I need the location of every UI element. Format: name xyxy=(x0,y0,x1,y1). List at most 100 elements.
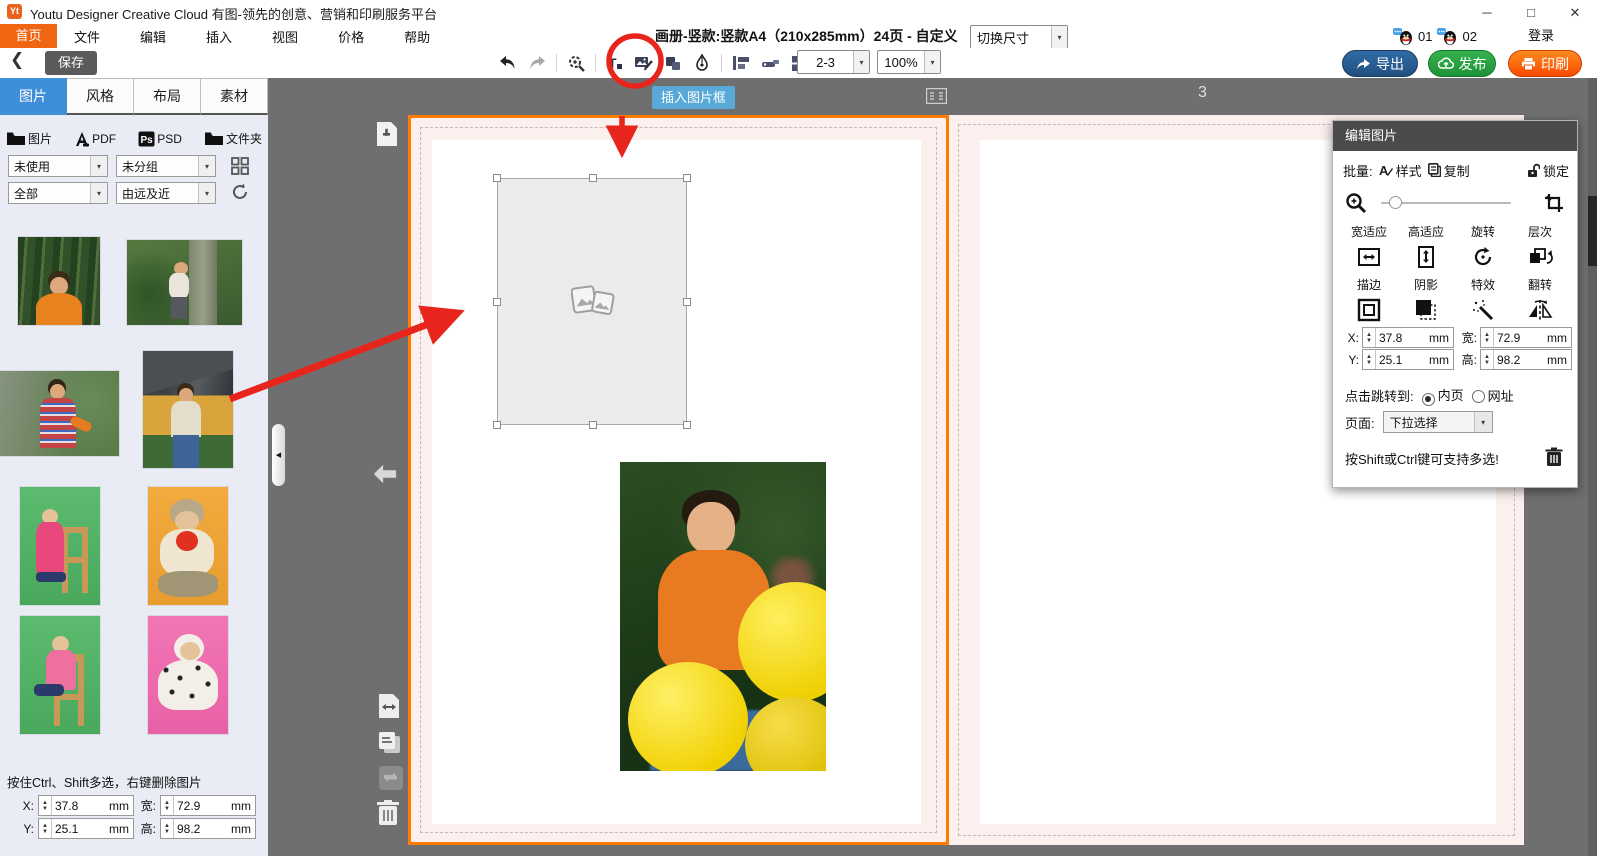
panel-title[interactable]: 编辑图片 xyxy=(1333,121,1577,151)
x-input[interactable] xyxy=(52,799,96,813)
spinner-arrows-icon[interactable]: ▲▼ xyxy=(161,819,174,838)
qq-penguin-icon[interactable] xyxy=(1437,28,1457,45)
publish-button[interactable]: 发布 xyxy=(1428,50,1496,77)
export-button[interactable]: 导出 xyxy=(1342,50,1418,77)
zoom-select[interactable]: 100% ▾ xyxy=(877,50,941,74)
resize-handle-s[interactable] xyxy=(589,421,597,429)
prev-page-icon[interactable] xyxy=(372,460,398,488)
menu-view[interactable]: 视图 xyxy=(266,27,304,46)
magnify-icon[interactable] xyxy=(1345,192,1367,214)
width-stepper[interactable]: ▲▼ mm xyxy=(160,795,256,816)
spinner-arrows-icon[interactable]: ▲▼ xyxy=(1363,350,1376,369)
insert-shape-icon[interactable] xyxy=(663,53,683,73)
grid-layout-icon[interactable] xyxy=(230,156,250,181)
y-stepper[interactable]: ▲▼ mm xyxy=(38,818,134,839)
thumbnail-baby-leopard[interactable] xyxy=(148,616,228,734)
import-folder-button[interactable]: 文件夹 xyxy=(204,130,262,147)
thumbnail-baby-ball[interactable] xyxy=(148,487,228,605)
height-stepper[interactable]: ▲▼ mm xyxy=(160,818,256,839)
thumbnail-boy-tree[interactable] xyxy=(127,240,242,325)
minimize-button[interactable]: ─ xyxy=(1465,0,1509,26)
thumbnail-boy-plaid[interactable] xyxy=(0,371,119,456)
spinner-arrows-icon[interactable]: ▲▼ xyxy=(1481,328,1494,347)
resize-handle-nw[interactable] xyxy=(493,174,501,182)
tool-stroke[interactable]: 描边 xyxy=(1341,276,1397,323)
refresh-icon[interactable] xyxy=(230,182,250,207)
panel-height-stepper[interactable]: ▲▼ mm xyxy=(1480,349,1572,370)
sidebar-collapse-handle[interactable]: ◀ xyxy=(272,424,285,486)
print-button[interactable]: 印刷 xyxy=(1508,50,1582,77)
panel-width-stepper[interactable]: ▲▼ mm xyxy=(1480,327,1572,348)
tool-effects[interactable]: 特效 xyxy=(1455,276,1511,323)
filter-usage-select[interactable]: 未使用 ▾ xyxy=(8,155,108,177)
resize-page-icon[interactable] xyxy=(376,692,402,720)
scale-slider-thumb[interactable] xyxy=(1389,196,1402,209)
clone-stamp-icon[interactable] xyxy=(760,53,780,73)
tab-styles[interactable]: 风格 xyxy=(67,78,134,115)
save-button[interactable]: 保存 xyxy=(45,51,97,75)
crop-icon[interactable] xyxy=(1545,194,1563,212)
height-input[interactable] xyxy=(174,822,218,836)
canvas-scrollbar[interactable] xyxy=(1588,78,1597,856)
lock-button[interactable]: 锁定 xyxy=(1527,161,1569,180)
spinner-arrows-icon[interactable]: ▲▼ xyxy=(39,796,52,815)
spinner-arrows-icon[interactable]: ▲▼ xyxy=(161,796,174,815)
thumbnail-boy-house[interactable] xyxy=(143,351,233,468)
tool-shadow[interactable]: 阴影 xyxy=(1398,276,1454,323)
back-button[interactable]: ❮ xyxy=(10,50,24,70)
panel-y-stepper[interactable]: ▲▼ mm xyxy=(1362,349,1454,370)
spread-view-icon[interactable] xyxy=(926,88,947,109)
placed-photo-boy-balloons[interactable] xyxy=(620,462,826,771)
menu-home[interactable]: 首页 xyxy=(0,24,57,48)
thumbnail-baby-chair-sit[interactable] xyxy=(20,616,100,734)
maximize-button[interactable]: □ xyxy=(1509,0,1553,26)
tab-materials[interactable]: 素材 xyxy=(201,78,268,115)
import-images-button[interactable]: 图片 xyxy=(6,130,52,147)
batch-copy-button[interactable]: 复制 xyxy=(1428,161,1470,180)
radio-unchecked-icon[interactable] xyxy=(1472,390,1485,403)
jump-option-url[interactable]: 网址 xyxy=(1472,386,1514,405)
jump-option-inner[interactable]: 内页 xyxy=(1422,385,1464,406)
filter-sort-select[interactable]: 由远及近 ▾ xyxy=(116,182,216,204)
spinner-arrows-icon[interactable]: ▲▼ xyxy=(1363,328,1376,347)
redo-icon[interactable] xyxy=(527,53,547,73)
y-input[interactable] xyxy=(52,822,96,836)
qq-account-1[interactable]: 01 xyxy=(1418,29,1432,44)
filter-all-select[interactable]: 全部 ▾ xyxy=(8,182,108,204)
tab-images[interactable]: 图片 xyxy=(0,78,67,115)
panel-height-input[interactable] xyxy=(1494,353,1538,367)
panel-y-input[interactable] xyxy=(1376,353,1420,367)
switch-size-select[interactable]: 切换尺寸 ▾ xyxy=(970,25,1068,49)
tool-fit-width[interactable]: 宽适应 xyxy=(1341,223,1397,270)
spinner-arrows-icon[interactable]: ▲▼ xyxy=(39,819,52,838)
tool-fit-height[interactable]: 高适应 xyxy=(1398,223,1454,270)
login-link[interactable]: 登录 xyxy=(1528,24,1554,48)
resize-handle-ne[interactable] xyxy=(683,174,691,182)
tool-rotate[interactable]: 旋转 xyxy=(1455,223,1511,270)
swap-page-icon[interactable] xyxy=(378,764,404,792)
resize-handle-sw[interactable] xyxy=(493,421,501,429)
batch-style-button[interactable]: A 样式 xyxy=(1379,161,1422,180)
x-stepper[interactable]: ▲▼ mm xyxy=(38,795,134,816)
import-pdf-button[interactable]: PDF xyxy=(74,131,116,147)
menu-file[interactable]: 文件 xyxy=(68,27,106,46)
delete-page-icon[interactable] xyxy=(375,799,401,827)
image-frame-placeholder[interactable] xyxy=(497,178,687,425)
spinner-arrows-icon[interactable]: ▲▼ xyxy=(1481,350,1494,369)
import-psd-button[interactable]: Ps PSD xyxy=(138,131,182,147)
menu-edit[interactable]: 编辑 xyxy=(134,27,172,46)
resize-handle-n[interactable] xyxy=(589,174,597,182)
scrollbar-thumb[interactable] xyxy=(1588,196,1597,266)
tab-layout[interactable]: 布局 xyxy=(134,78,201,115)
align-tool-icon[interactable] xyxy=(731,53,751,73)
undo-icon[interactable] xyxy=(498,53,518,73)
page-select[interactable]: 2-3 ▾ xyxy=(797,50,870,74)
close-button[interactable]: ✕ xyxy=(1553,0,1597,26)
radio-checked-icon[interactable] xyxy=(1422,393,1435,406)
thumbnail-baby-chair-stand[interactable] xyxy=(20,487,100,605)
resize-handle-se[interactable] xyxy=(683,421,691,429)
trash-icon[interactable] xyxy=(1545,447,1563,467)
resize-handle-w[interactable] xyxy=(493,298,501,306)
qq-account-2[interactable]: 02 xyxy=(1462,29,1476,44)
resize-handle-e[interactable] xyxy=(683,298,691,306)
